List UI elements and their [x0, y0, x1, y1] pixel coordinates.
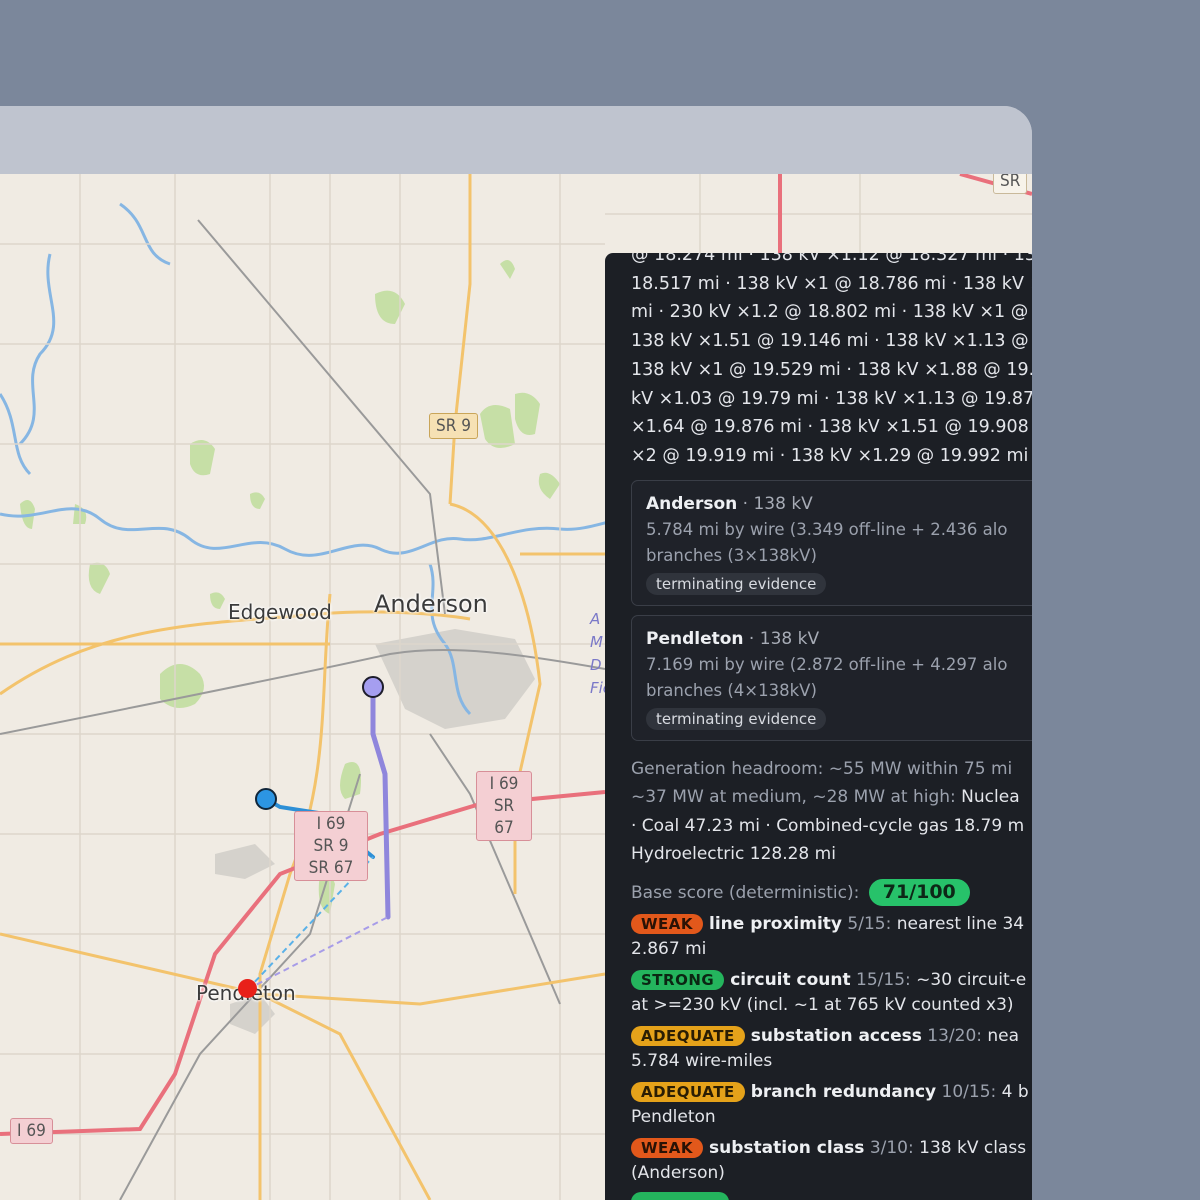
substation-voltage: 138 kV: [759, 628, 820, 649]
criterion-desc-cont: at >=230 kV (incl. ~1 at 765 kV counted …: [631, 995, 1014, 1016]
criterion-score: 5/15:: [847, 913, 892, 934]
line-list-row: 138 kV ×1 @ 19.529 mi · 138 kV ×1.88 @ 1…: [631, 359, 1032, 380]
criterion-desc: 138 kV class: [919, 1137, 1027, 1158]
panel-content: @ 18.274 mi · 138 kV ×1.12 @ 18.327 mi ·…: [631, 253, 1032, 1200]
substation-branches: branches (3×138kV): [646, 545, 817, 565]
substation-name: Anderson: [646, 493, 738, 514]
criterion-score: 3/10:: [869, 1137, 914, 1158]
road-shield-i69-left: I 69: [10, 1118, 53, 1144]
criterion-name: substation class: [709, 1137, 865, 1158]
rating-tag: ADEQUATE: [631, 1025, 745, 1046]
rating-tag: STRONG: [631, 969, 725, 990]
generation-line-emph: Nuclea: [961, 787, 1020, 808]
criterion-desc-cont: (Anderson): [631, 1163, 725, 1184]
substation-card-pendleton[interactable]: Pendleton · 138 kV 7.169 mi by wire (2.8…: [631, 614, 1032, 741]
shield-line: SR 9: [313, 836, 349, 856]
site-marker[interactable]: [238, 979, 257, 998]
criterion-desc: ~30 circuit-e: [916, 969, 1027, 990]
line-list-row: 138 kV ×1.51 @ 19.146 mi · 138 kV ×1.13 …: [631, 331, 1032, 352]
substation-marker-anderson[interactable]: [362, 676, 384, 698]
substation-card-anderson[interactable]: Anderson · 138 kV 5.784 mi by wire (3.34…: [631, 479, 1032, 606]
line-list-row: mi · 230 kV ×1.2 @ 18.802 mi · 138 kV ×1…: [631, 302, 1032, 323]
line-list-row: @ 18.274 mi · 138 kV ×1.12 @ 18.327 mi ·…: [631, 253, 1032, 265]
line-list-row: 18.517 mi · 138 kV ×1 @ 18.786 mi · 138 …: [631, 273, 1032, 294]
substation-distance: 5.784 mi by wire (3.349 off-line + 2.436…: [646, 519, 1008, 539]
evidence-pill: terminating evidence: [646, 707, 827, 730]
shield-line: SR 67: [308, 858, 354, 878]
rating-tag: [631, 1191, 729, 1200]
generation-line: ~37 MW at medium, ~28 MW at high: Nuclea: [631, 783, 1032, 812]
criterion-name: substation access: [750, 1025, 922, 1046]
criterion-row: STRONG circuit count 15/15: ~30 circuit-e…: [631, 968, 1032, 1019]
substation-marker-pendleton[interactable]: [255, 788, 277, 810]
railways: [0, 219, 606, 1200]
base-score-badge: 71/100: [868, 879, 970, 907]
criterion-row-partial: [631, 1191, 1032, 1200]
criterion-name: line proximity: [709, 913, 843, 934]
criterion-name: branch redundancy: [750, 1081, 937, 1102]
generation-line: · Coal 47.23 mi · Combined-cycle gas 18.…: [631, 815, 1025, 836]
line-list-row: kV ×1.03 @ 19.79 mi · 138 kV ×1.13 @ 19.…: [631, 388, 1032, 409]
generation-line: Generation headroom: ~55 MW within 75 mi: [631, 758, 1013, 779]
road-shield-i69-sr9-sr67: I 69 SR 9 SR 67: [294, 811, 368, 881]
criterion-desc: 4 b: [1001, 1081, 1029, 1102]
city-label-edgewood: Edgewood: [228, 600, 332, 624]
criterion-row: WEAK line proximity 5/15: nearest line 34…: [631, 912, 1032, 963]
base-score-row: Base score (deterministic): 71/100: [631, 879, 1032, 907]
generation-line: Hydroelectric 128.28 mi: [631, 844, 836, 865]
substation-name: Pendleton: [646, 628, 744, 649]
criterion-score: 15/15:: [856, 969, 911, 990]
substation-title: Pendleton · 138 kV: [646, 628, 820, 649]
line-list-row: ×1.64 @ 19.876 mi · 138 kV ×1.51 @ 19.90…: [631, 417, 1032, 438]
base-score-label: Base score (deterministic):: [631, 882, 860, 903]
line-list-row: ×2 @ 19.919 mi · 138 kV ×1.29 @ 19.992 m…: [631, 445, 1029, 466]
shield-line: SR 67: [493, 796, 515, 838]
city-label-anderson: Anderson: [374, 590, 488, 618]
criterion-row: ADEQUATE branch redundancy 10/15: 4 b Pen…: [631, 1080, 1032, 1131]
road-shield-i69-sr67: I 69 SR 67: [476, 771, 532, 841]
road-shield-sr9: SR 9: [429, 413, 478, 439]
criterion-row: ADEQUATE substation access 13/20: nea 5.7…: [631, 1024, 1032, 1075]
road-shield-sr-top-right: SR: [993, 174, 1028, 194]
rivers: [0, 202, 621, 716]
criterion-score: 10/15:: [941, 1081, 997, 1102]
app-window: Anderson Edgewood Pendleton SR 9 I 69 SR…: [0, 106, 1032, 1200]
rating-tag: WEAK: [631, 1137, 704, 1158]
route-anderson-line: [370, 684, 391, 920]
criterion-desc: nearest line 34: [896, 913, 1025, 934]
criterion-desc: nea: [987, 1025, 1020, 1046]
substation-title: Anderson · 138 kV: [646, 493, 813, 514]
rating-tag: WEAK: [631, 913, 704, 934]
criterion-desc-cont: 2.867 mi: [631, 939, 707, 960]
site-analysis-panel: @ 18.274 mi · 138 kV ×1.12 @ 18.327 mi ·…: [605, 253, 1032, 1200]
criterion-desc-cont: 5.784 wire-miles: [631, 1051, 773, 1072]
shield-line: I 69: [489, 774, 519, 794]
criterion-row: WEAK substation class 3/10: 138 kV class …: [631, 1136, 1032, 1187]
criterion-desc-cont: Pendleton: [631, 1107, 716, 1128]
substation-voltage: 138 kV: [753, 493, 813, 514]
rating-tag: ADEQUATE: [631, 1081, 745, 1102]
shield-line: I 69: [316, 814, 346, 834]
substation-branches: branches (4×138kV): [646, 680, 817, 700]
criterion-name: circuit count: [730, 969, 851, 990]
evidence-pill: terminating evidence: [646, 572, 827, 595]
generation-line-muted: ~37 MW at medium, ~28 MW at high:: [631, 787, 962, 808]
window-titlebar: [0, 106, 1032, 174]
substation-distance: 7.169 mi by wire (2.872 off-line + 4.297…: [646, 654, 1008, 674]
criterion-score: 13/20:: [927, 1025, 982, 1046]
offline-connector-purple: [247, 916, 389, 990]
generation-headroom: Generation headroom: ~55 MW within 75 mi…: [631, 755, 1032, 869]
